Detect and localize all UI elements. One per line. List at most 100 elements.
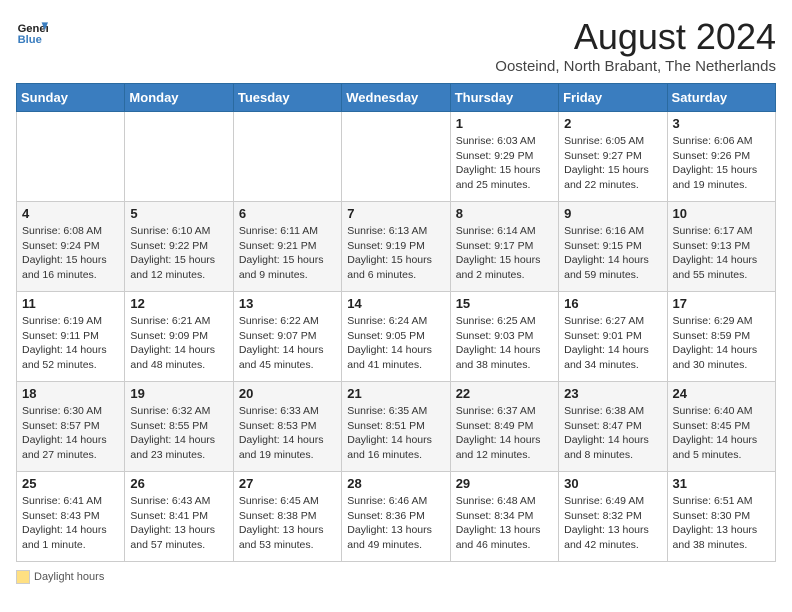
day-info: Sunrise: 6:19 AM Sunset: 9:11 PM Dayligh… — [22, 314, 119, 373]
day-number: 10 — [673, 206, 770, 221]
day-cell: 11 Sunrise: 6:19 AM Sunset: 9:11 PM Dayli… — [17, 292, 125, 382]
day-info: Sunrise: 6:41 AM Sunset: 8:43 PM Dayligh… — [22, 494, 119, 553]
header-cell-tuesday: Tuesday — [233, 84, 341, 112]
page-header: General Blue August 2024 Oosteind, North… — [16, 16, 776, 75]
day-number: 22 — [456, 386, 553, 401]
day-cell: 4 Sunrise: 6:08 AM Sunset: 9:24 PM Daylig… — [17, 202, 125, 292]
day-number: 7 — [347, 206, 444, 221]
day-number: 16 — [564, 296, 661, 311]
day-number: 23 — [564, 386, 661, 401]
header-cell-wednesday: Wednesday — [342, 84, 450, 112]
day-info: Sunrise: 6:27 AM Sunset: 9:01 PM Dayligh… — [564, 314, 661, 373]
day-number: 17 — [673, 296, 770, 311]
day-cell: 3 Sunrise: 6:06 AM Sunset: 9:26 PM Daylig… — [667, 112, 775, 202]
day-cell: 10Sunrise: 6:17 AM Sunset: 9:13 PM Dayli… — [667, 202, 775, 292]
day-number: 29 — [456, 476, 553, 491]
legend-label: Daylight hours — [34, 571, 104, 583]
day-cell: 16 Sunrise: 6:27 AM Sunset: 9:01 PM Dayli… — [559, 292, 667, 382]
day-info: Sunrise: 6:21 AM Sunset: 9:09 PM Dayligh… — [130, 314, 227, 373]
svg-text:Blue: Blue — [18, 34, 42, 46]
day-number: 3 — [673, 116, 770, 131]
legend: Daylight hours — [16, 570, 776, 587]
day-info: Sunrise: 6:37 AM Sunset: 8:49 PM Dayligh… — [456, 404, 553, 463]
day-number: 21 — [347, 386, 444, 401]
header-cell-thursday: Thursday — [450, 84, 558, 112]
week-row-5: 25 Sunrise: 6:41 AM Sunset: 8:43 PM Dayli… — [17, 472, 776, 562]
day-number: 31 — [673, 476, 770, 491]
day-info: Sunrise: 6:11 AM Sunset: 9:21 PM Dayligh… — [239, 224, 336, 283]
day-cell: 26Sunrise: 6:43 AM Sunset: 8:41 PM Dayli… — [125, 472, 233, 562]
calendar-body: 1Sunrise: 6:03 AM Sunset: 9:29 PM Daylig… — [17, 112, 776, 562]
day-number: 8 — [456, 206, 553, 221]
day-number: 12 — [130, 296, 227, 311]
day-cell: 8 Sunrise: 6:14 AM Sunset: 9:17 PM Daylig… — [450, 202, 558, 292]
location-subtitle: Oosteind, North Brabant, The Netherlands — [495, 58, 776, 75]
day-info: Sunrise: 6:06 AM Sunset: 9:26 PM Dayligh… — [673, 134, 770, 193]
day-number: 11 — [22, 296, 119, 311]
day-cell: 5 Sunrise: 6:10 AM Sunset: 9:22 PM Daylig… — [125, 202, 233, 292]
month-title: August 2024 — [495, 16, 776, 58]
day-cell: 23 Sunrise: 6:38 AM Sunset: 8:47 PM Dayli… — [559, 382, 667, 472]
calendar-table: SundayMondayTuesdayWednesdayThursdayFrid… — [16, 83, 776, 562]
day-cell: 17 Sunrise: 6:29 AM Sunset: 8:59 PM Dayli… — [667, 292, 775, 382]
day-number: 25 — [22, 476, 119, 491]
day-info: Sunrise: 6:10 AM Sunset: 9:22 PM Dayligh… — [130, 224, 227, 283]
week-row-3: 11 Sunrise: 6:19 AM Sunset: 9:11 PM Dayli… — [17, 292, 776, 382]
logo: General Blue — [16, 16, 48, 48]
logo-icon: General Blue — [16, 16, 48, 48]
day-number: 19 — [130, 386, 227, 401]
day-number: 6 — [239, 206, 336, 221]
day-cell: 1Sunrise: 6:03 AM Sunset: 9:29 PM Daylig… — [450, 112, 558, 202]
day-number: 24 — [673, 386, 770, 401]
legend-item: Daylight hours — [16, 570, 104, 584]
day-info: Sunrise: 6:03 AM Sunset: 9:29 PM Dayligh… — [456, 134, 553, 193]
day-cell: 6 Sunrise: 6:11 AM Sunset: 9:21 PM Daylig… — [233, 202, 341, 292]
day-number: 14 — [347, 296, 444, 311]
day-number: 2 — [564, 116, 661, 131]
day-info: Sunrise: 6:29 AM Sunset: 8:59 PM Dayligh… — [673, 314, 770, 373]
day-number: 4 — [22, 206, 119, 221]
day-cell: 12 Sunrise: 6:21 AM Sunset: 9:09 PM Dayli… — [125, 292, 233, 382]
day-info: Sunrise: 6:40 AM Sunset: 8:45 PM Dayligh… — [673, 404, 770, 463]
day-info: Sunrise: 6:16 AM Sunset: 9:15 PM Dayligh… — [564, 224, 661, 283]
legend-box — [16, 570, 30, 584]
week-row-4: 18Sunrise: 6:30 AM Sunset: 8:57 PM Dayli… — [17, 382, 776, 472]
header-cell-monday: Monday — [125, 84, 233, 112]
day-number: 27 — [239, 476, 336, 491]
day-number: 20 — [239, 386, 336, 401]
day-cell: 21Sunrise: 6:35 AM Sunset: 8:51 PM Dayli… — [342, 382, 450, 472]
day-cell: 29 Sunrise: 6:48 AM Sunset: 8:34 PM Dayli… — [450, 472, 558, 562]
day-number: 15 — [456, 296, 553, 311]
day-info: Sunrise: 6:45 AM Sunset: 8:38 PM Dayligh… — [239, 494, 336, 553]
day-cell: 27 Sunrise: 6:45 AM Sunset: 8:38 PM Dayli… — [233, 472, 341, 562]
calendar-header: SundayMondayTuesdayWednesdayThursdayFrid… — [17, 84, 776, 112]
day-info: Sunrise: 6:08 AM Sunset: 9:24 PM Dayligh… — [22, 224, 119, 283]
day-cell: 15 Sunrise: 6:25 AM Sunset: 9:03 PM Dayli… — [450, 292, 558, 382]
day-number: 9 — [564, 206, 661, 221]
day-info: Sunrise: 6:38 AM Sunset: 8:47 PM Dayligh… — [564, 404, 661, 463]
day-info: Sunrise: 6:25 AM Sunset: 9:03 PM Dayligh… — [456, 314, 553, 373]
day-info: Sunrise: 6:24 AM Sunset: 9:05 PM Dayligh… — [347, 314, 444, 373]
day-info: Sunrise: 6:32 AM Sunset: 8:55 PM Dayligh… — [130, 404, 227, 463]
day-info: Sunrise: 6:43 AM Sunset: 8:41 PM Dayligh… — [130, 494, 227, 553]
day-cell: 18Sunrise: 6:30 AM Sunset: 8:57 PM Dayli… — [17, 382, 125, 472]
week-row-2: 4 Sunrise: 6:08 AM Sunset: 9:24 PM Daylig… — [17, 202, 776, 292]
day-number: 5 — [130, 206, 227, 221]
day-cell: 20 Sunrise: 6:33 AM Sunset: 8:53 PM Dayli… — [233, 382, 341, 472]
day-cell — [233, 112, 341, 202]
day-cell — [342, 112, 450, 202]
title-area: August 2024 Oosteind, North Brabant, The… — [495, 16, 776, 75]
day-info: Sunrise: 6:05 AM Sunset: 9:27 PM Dayligh… — [564, 134, 661, 193]
header-cell-sunday: Sunday — [17, 84, 125, 112]
day-info: Sunrise: 6:33 AM Sunset: 8:53 PM Dayligh… — [239, 404, 336, 463]
day-info: Sunrise: 6:46 AM Sunset: 8:36 PM Dayligh… — [347, 494, 444, 553]
day-info: Sunrise: 6:48 AM Sunset: 8:34 PM Dayligh… — [456, 494, 553, 553]
day-cell: 31Sunrise: 6:51 AM Sunset: 8:30 PM Dayli… — [667, 472, 775, 562]
header-cell-saturday: Saturday — [667, 84, 775, 112]
day-cell: 7Sunrise: 6:13 AM Sunset: 9:19 PM Daylig… — [342, 202, 450, 292]
day-info: Sunrise: 6:14 AM Sunset: 9:17 PM Dayligh… — [456, 224, 553, 283]
day-cell — [17, 112, 125, 202]
week-row-1: 1Sunrise: 6:03 AM Sunset: 9:29 PM Daylig… — [17, 112, 776, 202]
day-cell: 22 Sunrise: 6:37 AM Sunset: 8:49 PM Dayli… — [450, 382, 558, 472]
day-number: 30 — [564, 476, 661, 491]
